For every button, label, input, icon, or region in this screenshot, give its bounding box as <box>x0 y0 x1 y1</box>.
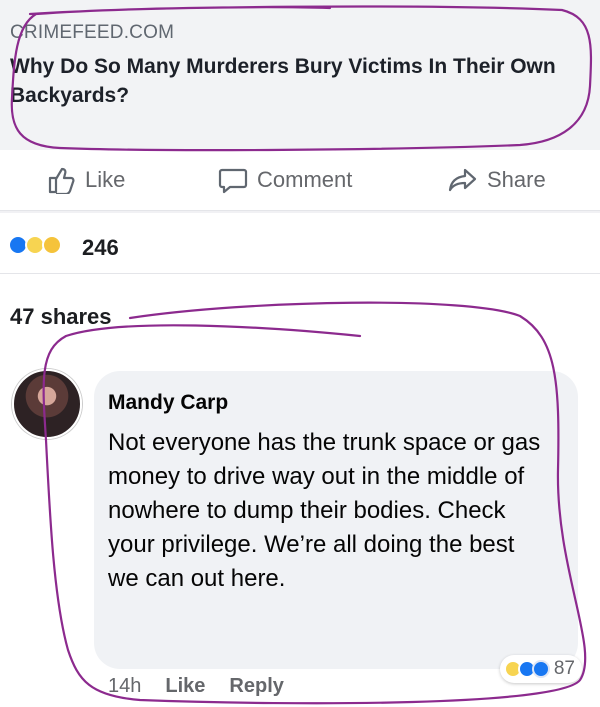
comment-reply-link[interactable]: Reply <box>229 675 283 698</box>
like-label: Like <box>85 167 126 192</box>
reaction-count: 246 <box>82 235 119 260</box>
link-source: CRIMEFEED.COM <box>10 22 175 43</box>
share-arrow-icon <box>448 168 477 192</box>
share-button[interactable]: Share <box>448 166 546 194</box>
avatar[interactable] <box>12 369 82 439</box>
share-label: Share <box>487 167 546 192</box>
love-reaction-icon <box>531 660 550 678</box>
speech-bubble-icon <box>218 168 248 194</box>
comment-like-link[interactable]: Like <box>165 675 205 698</box>
thumbs-up-icon <box>48 167 75 194</box>
comment-reactions[interactable]: 87 <box>499 655 582 683</box>
comment-label: Comment <box>257 167 353 192</box>
shares-count[interactable]: 47 shares <box>10 304 112 330</box>
wow-reaction-icon <box>42 235 62 255</box>
shares-row: 47 shares <box>0 273 600 344</box>
comment-reaction-count: 87 <box>553 658 575 679</box>
like-button[interactable]: Like <box>46 166 125 194</box>
comment-section: Mandy Carp Not everyone has the trunk sp… <box>0 343 600 707</box>
reaction-icons <box>8 235 62 255</box>
post-action-bar: Like Comment Share <box>0 150 600 211</box>
comment-text: Not everyone has the trunk space or gas … <box>108 429 541 592</box>
comment-button[interactable]: Comment <box>218 166 352 194</box>
comment-author[interactable]: Mandy Carp <box>108 391 228 415</box>
comment-meta: 14h Like Reply <box>108 675 284 698</box>
comment-timestamp[interactable]: 14h <box>108 675 141 698</box>
reactions-summary[interactable]: 246 <box>0 213 600 273</box>
comment-bubble: Mandy Carp Not everyone has the trunk sp… <box>94 371 578 669</box>
link-preview-card[interactable]: CRIMEFEED.COM Why Do So Many Murderers B… <box>0 0 600 151</box>
link-headline[interactable]: Why Do So Many Murderers Bury Victims In… <box>10 52 570 110</box>
